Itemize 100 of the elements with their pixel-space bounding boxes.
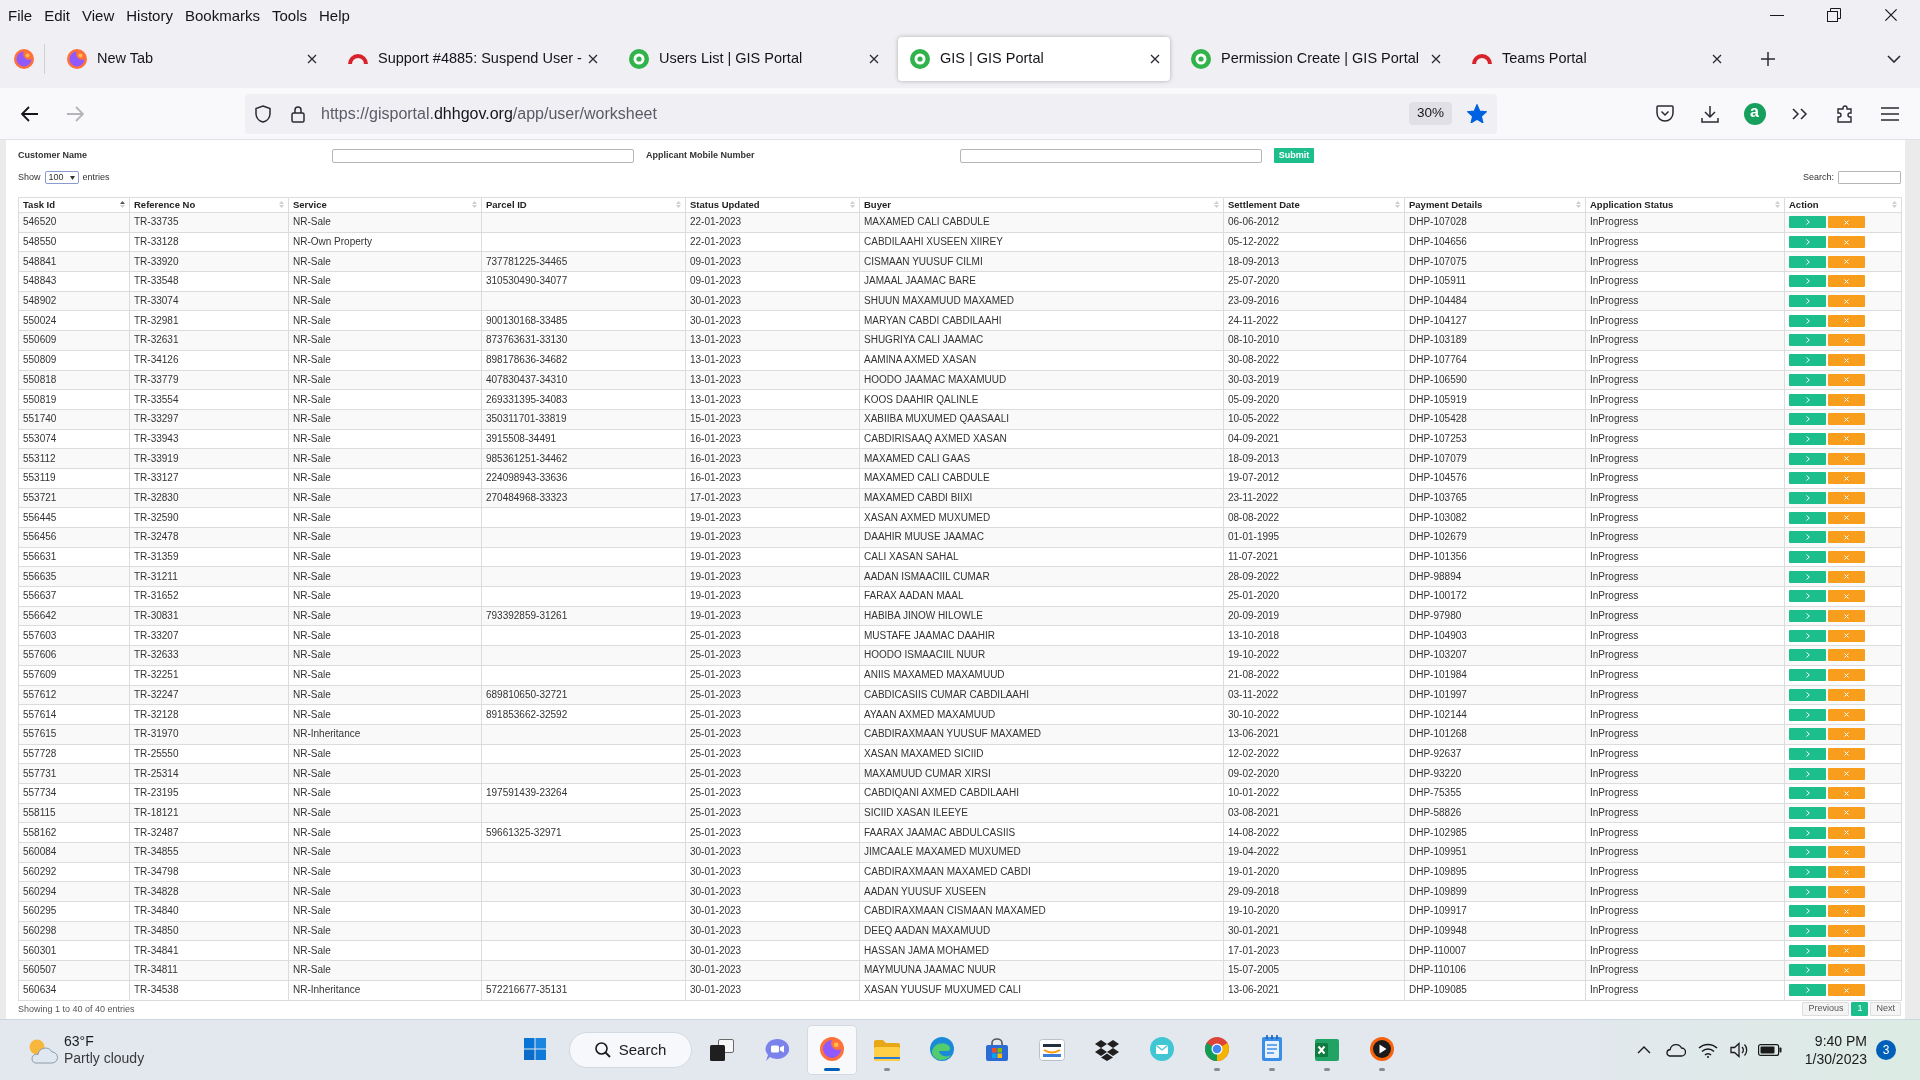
speaker-icon[interactable] [1730,1042,1750,1058]
cancel-button[interactable] [1828,236,1865,249]
proceed-button[interactable] [1789,354,1826,367]
cancel-button[interactable] [1828,295,1865,308]
proceed-button[interactable] [1789,826,1826,839]
proceed-button[interactable] [1789,432,1826,445]
proceed-button[interactable] [1789,708,1826,721]
proceed-button[interactable] [1789,393,1826,406]
browser-icon[interactable] [14,49,34,69]
input-field[interactable] [960,148,1262,163]
cancel-button[interactable] [1828,393,1865,406]
close-icon[interactable] [1431,54,1441,64]
browser-tab[interactable]: Users List | GIS Portal [617,37,889,81]
proceed-button[interactable] [1789,236,1826,249]
cancel-button[interactable] [1828,708,1865,721]
column-header[interactable]: Buyer [859,197,1224,213]
cancel-button[interactable] [1828,688,1865,701]
column-header[interactable]: Task Id [18,197,130,213]
cancel-button[interactable] [1828,846,1865,859]
proceed-button[interactable] [1789,610,1826,623]
proceed-button[interactable] [1789,334,1826,347]
menu-item[interactable]: File [2,7,39,23]
plus-icon[interactable] [1761,52,1775,66]
proceed-button[interactable] [1789,590,1826,603]
search-button[interactable]: Search [569,1032,692,1068]
column-header[interactable]: Application Status [1585,197,1785,213]
proceed-button[interactable] [1789,866,1826,879]
download-icon[interactable] [1700,104,1719,123]
browser-tab[interactable]: Permission Create | GIS Portal [1179,37,1451,81]
cancel-button[interactable] [1828,275,1865,288]
notification-badge[interactable]: 3 [1876,1040,1896,1060]
sort-icon[interactable] [120,201,125,209]
close-icon[interactable] [869,54,879,64]
proceed-button[interactable] [1789,531,1826,544]
proceed-button[interactable] [1789,885,1826,898]
close-icon[interactable] [1150,54,1160,64]
proceed-button[interactable] [1789,984,1826,997]
proceed-button[interactable] [1789,767,1826,780]
proceed-button[interactable] [1789,373,1826,386]
minimize-icon[interactable] [1770,14,1784,16]
proceed-button[interactable] [1789,728,1826,741]
search-field[interactable] [1838,171,1901,184]
cancel-button[interactable] [1828,649,1865,662]
star-icon[interactable] [1467,103,1487,124]
cancel-button[interactable] [1828,905,1865,918]
cancel-button[interactable] [1828,551,1865,564]
page-button[interactable]: Previous [1802,1002,1850,1017]
wifi-icon[interactable] [1698,1042,1718,1058]
chevron-up-icon[interactable] [1637,1046,1651,1054]
browser-tab[interactable]: Teams Portal [1460,37,1732,81]
column-header[interactable]: Service [288,197,482,213]
proceed-button[interactable] [1789,551,1826,564]
close-icon[interactable] [1712,54,1722,64]
proceed-button[interactable] [1789,629,1826,642]
battery-icon[interactable] [1758,1044,1782,1056]
zoom-button[interactable]: 30% [1408,102,1452,125]
cancel-button[interactable] [1828,255,1865,268]
cancel-button[interactable] [1828,531,1865,544]
proceed-button[interactable] [1789,472,1826,485]
cancel-button[interactable] [1828,806,1865,819]
cancel-button[interactable] [1828,787,1865,800]
proceed-button[interactable] [1789,925,1826,938]
cancel-button[interactable] [1828,866,1865,879]
proceed-button[interactable] [1789,944,1826,957]
address-field[interactable]: https://gisportal.dhhgov.org/app/user/worksheet 30% [245,93,1497,134]
chevron-down-icon[interactable] [1887,55,1901,63]
page-button[interactable]: Next [1870,1002,1901,1017]
proceed-button[interactable] [1789,275,1826,288]
proceed-button[interactable] [1789,649,1826,662]
close-icon[interactable] [307,54,317,64]
browser-tab[interactable]: New Tab [55,37,327,81]
cancel-button[interactable] [1828,334,1865,347]
cancel-button[interactable] [1828,314,1865,327]
menu-item[interactable]: History [120,7,179,23]
input-field[interactable] [332,148,634,163]
proceed-button[interactable] [1789,846,1826,859]
cancel-button[interactable] [1828,629,1865,642]
browser-tab[interactable]: GIS | GIS Portal [898,37,1170,81]
menu-item[interactable]: View [76,7,121,23]
proceed-button[interactable] [1789,806,1826,819]
cancel-button[interactable] [1828,669,1865,682]
proceed-button[interactable] [1789,905,1826,918]
proceed-button[interactable] [1789,216,1826,229]
proceed-button[interactable] [1789,452,1826,465]
cancel-button[interactable] [1828,885,1865,898]
proceed-button[interactable] [1789,491,1826,504]
column-header[interactable]: Settlement Date [1223,197,1405,213]
proceed-button[interactable] [1789,688,1826,701]
menu-icon[interactable] [1880,106,1899,121]
cancel-button[interactable] [1828,472,1865,485]
proceed-button[interactable] [1789,747,1826,760]
cancel-button[interactable] [1828,747,1865,760]
cancel-button[interactable] [1828,452,1865,465]
cancel-button[interactable] [1828,432,1865,445]
menu-item[interactable]: Edit [38,7,77,23]
column-header[interactable]: Reference No [129,197,289,213]
proceed-button[interactable] [1789,413,1826,426]
cancel-button[interactable] [1828,216,1865,229]
cancel-button[interactable] [1828,964,1865,977]
column-header[interactable]: Payment Details [1404,197,1586,213]
